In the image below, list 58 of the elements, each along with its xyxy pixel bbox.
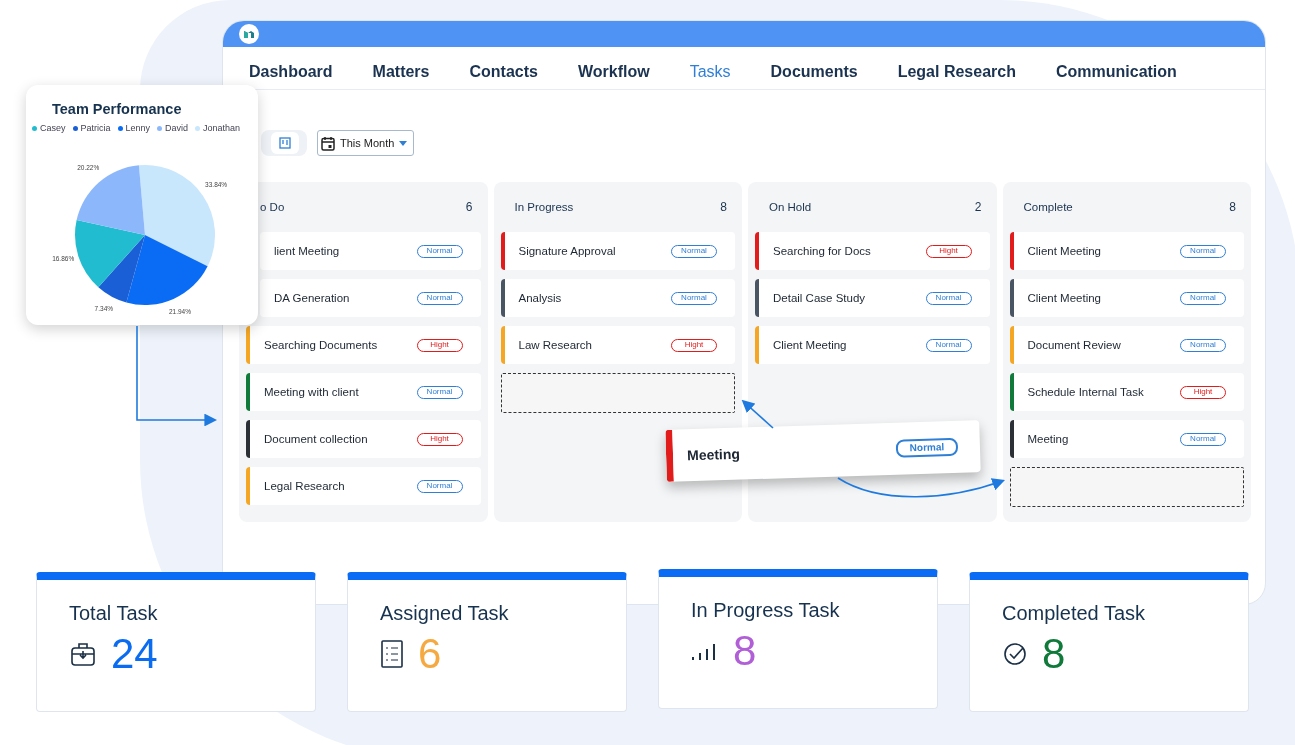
nav-tab[interactable]: Legal Research	[897, 59, 1016, 85]
stat-title: Completed Task	[1002, 602, 1147, 625]
stat-title: Total Task	[69, 602, 159, 625]
nav-tab[interactable]: Tasks	[689, 59, 731, 85]
nav-tab[interactable]: Workflow	[577, 59, 650, 85]
calendar-icon	[321, 135, 335, 151]
check-circle-icon	[1002, 641, 1028, 667]
task-card[interactable]: Searching for Docs Hight	[755, 232, 990, 270]
stat-value: 6	[418, 633, 442, 675]
date-filter-dropdown[interactable]: This Month	[317, 130, 415, 156]
connector-arrow	[741, 399, 774, 429]
task-card[interactable]: Client Meeting Normal	[1009, 279, 1244, 317]
column-count: 8	[1229, 200, 1236, 214]
task-card[interactable]: Meeting with client Normal	[246, 373, 481, 411]
stat-value: 8	[1042, 633, 1066, 675]
nav-tab[interactable]: Documents	[770, 59, 858, 85]
task-card[interactable]: Analysis Normal	[500, 279, 735, 317]
task-card[interactable]: Meeting Normal	[1009, 420, 1244, 458]
task-card[interactable]: lient Meeting Normal	[260, 232, 481, 270]
task-card[interactable]: Law Research Hight	[500, 326, 735, 364]
stat-value: 24	[111, 633, 158, 675]
task-card[interactable]: Document Review Normal	[1009, 326, 1244, 364]
task-card[interactable]: Signature Approval Normal	[500, 232, 735, 270]
task-card[interactable]: Client Meeting Normal	[1009, 232, 1244, 270]
legend-label: Patricia	[80, 123, 111, 133]
logo-icon	[239, 24, 259, 44]
column-title: o Do	[260, 201, 285, 213]
nav-tab[interactable]: Dashboard	[249, 59, 333, 85]
checklist-icon	[380, 639, 404, 669]
nav-tab[interactable]: Contacts	[469, 59, 538, 85]
board-view-icon	[279, 137, 291, 149]
chart-title: Team Performance	[52, 101, 183, 117]
column-title: On Hold	[769, 201, 812, 213]
view-toggle[interactable]	[261, 130, 307, 156]
legend-label: Lenny	[125, 123, 151, 133]
task-card[interactable]: Searching Documents Hight	[246, 326, 481, 364]
nav-tab[interactable]: Communication	[1055, 59, 1177, 85]
task-card[interactable]: Detail Case Study Normal	[755, 279, 990, 317]
task-card[interactable]: Document collection Hight	[246, 420, 481, 458]
legend-label: David	[165, 123, 189, 133]
task-card[interactable]: Client Meeting Normal	[755, 326, 990, 364]
nav-tab[interactable]: Matters	[372, 59, 430, 85]
column-count: 6	[465, 200, 473, 214]
column-title: Complete	[1023, 201, 1073, 213]
stat-title: Assigned Task	[380, 602, 510, 625]
task-card[interactable]: Schedule Internal Task Hight	[1009, 373, 1244, 411]
stat-title: In Progress Task	[691, 599, 841, 622]
legend-label: Casey	[40, 123, 66, 133]
task-card[interactable]: Legal Research Normal	[246, 467, 481, 505]
legend-label: Jonathan	[203, 123, 241, 133]
priority-badge: Normal	[895, 437, 959, 458]
caret-icon	[399, 140, 408, 146]
task-card[interactable]: DA Generation Normal	[260, 279, 481, 317]
briefcase-icon	[69, 640, 97, 668]
column-count: 2	[974, 200, 982, 214]
column-count: 8	[720, 200, 727, 214]
stat-value: 8	[733, 630, 757, 672]
column-title: In Progress	[514, 201, 574, 213]
